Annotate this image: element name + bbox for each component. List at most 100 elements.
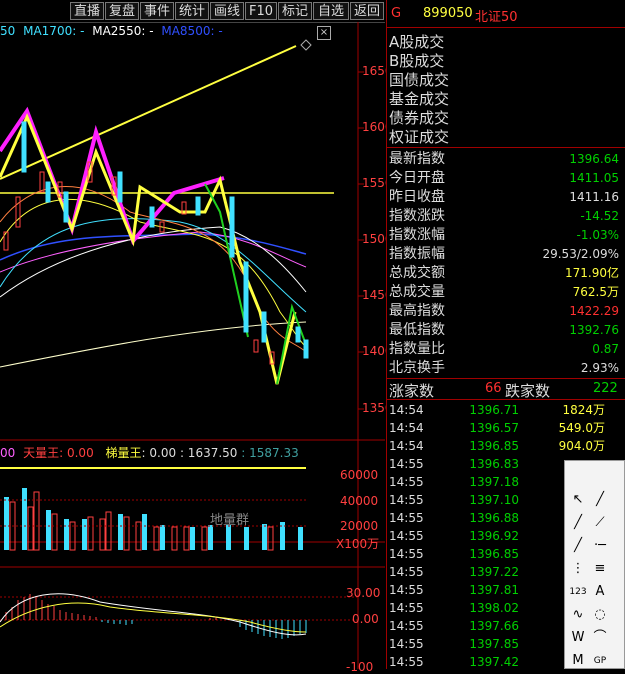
watchlist-button[interactable]: 自选 bbox=[313, 2, 349, 20]
tick-price: 1397.85 bbox=[469, 637, 519, 651]
w-pattern-icon[interactable]: W bbox=[569, 629, 587, 647]
quote-label: 今日开盘 bbox=[389, 170, 445, 186]
quote-label: 指数涨跌 bbox=[389, 208, 445, 224]
f10-button[interactable]: F10 bbox=[245, 2, 277, 20]
tick-time: 14:55 bbox=[389, 547, 424, 561]
quote-label: 指数量比 bbox=[389, 341, 445, 357]
index-code: 899050 bbox=[423, 6, 473, 21]
quote-label: 最高指数 bbox=[389, 303, 445, 319]
tianliang-value: : 0.00 bbox=[59, 446, 94, 460]
macd-axis-0: 0.00 bbox=[352, 612, 379, 626]
hline-icon[interactable]: ╱ bbox=[569, 537, 587, 555]
quote-value: 1392.76 bbox=[569, 323, 619, 337]
fib-icon[interactable]: 123 bbox=[569, 583, 587, 601]
text-icon[interactable]: A bbox=[591, 583, 609, 601]
quote-label: 最新指数 bbox=[389, 151, 445, 167]
index-name: 北证50 bbox=[475, 10, 518, 25]
quote-row: 今日开盘 1411.05 bbox=[389, 169, 623, 188]
vol-axis-60000: 60000 bbox=[340, 468, 379, 482]
cat-bond[interactable]: 债券成交 bbox=[389, 109, 449, 128]
volume-header: 00 天量王: 0.00 梯量王: 0.00 : 1637.50 : 1587.… bbox=[0, 444, 299, 460]
volume-watermark: 地量群 bbox=[210, 513, 250, 528]
quote-row: 指数涨跌 -14.52 bbox=[389, 207, 623, 226]
quote-value: 1411.05 bbox=[569, 171, 619, 185]
arc-icon[interactable]: ⌒ bbox=[591, 629, 609, 647]
quote-value: 2.93% bbox=[580, 361, 619, 375]
macd-axis-neg: -100 bbox=[346, 660, 374, 674]
back-button[interactable]: 返回 bbox=[350, 2, 384, 20]
tiliang-value: : 0.00 bbox=[141, 446, 177, 460]
diamond-icon bbox=[300, 39, 312, 51]
mark-button[interactable]: 标记 bbox=[278, 2, 312, 20]
quote-row: 北京换手 2.93% bbox=[389, 359, 623, 378]
quote-label: 指数振幅 bbox=[389, 246, 445, 262]
line-icon[interactable]: ╱ bbox=[591, 491, 609, 509]
quote-label: 指数涨幅 bbox=[389, 227, 445, 243]
events-button[interactable]: 事件 bbox=[140, 2, 174, 20]
tick-row: 14:54 1396.71 1824万 bbox=[387, 401, 625, 419]
quote-value: 0.87 bbox=[592, 342, 619, 356]
tianliang-label: 天量王 bbox=[23, 446, 60, 460]
vol-axis-20000: 20000 bbox=[340, 519, 379, 533]
quote-label: 总成交额 bbox=[389, 265, 445, 281]
volume-prefix: 00 bbox=[0, 446, 16, 460]
up-count-label: 涨家数 bbox=[389, 382, 435, 400]
replay-button[interactable]: 复盘 bbox=[105, 2, 139, 20]
quote-row: 指数涨幅 -1.03% bbox=[389, 226, 623, 245]
segment-icon[interactable]: ⟋ bbox=[591, 514, 609, 532]
tick-price: 1397.10 bbox=[469, 493, 519, 507]
kline-chart[interactable] bbox=[0, 22, 385, 669]
tick-price: 1396.85 bbox=[469, 439, 519, 453]
vol-axis-40000: 40000 bbox=[340, 494, 379, 508]
vline-icon[interactable]: ⋮ bbox=[569, 560, 587, 578]
tick-price: 1398.02 bbox=[469, 601, 519, 615]
tick-time: 14:55 bbox=[389, 511, 424, 525]
tiliang-label: 梯量王 bbox=[105, 446, 142, 460]
drawing-tools-panel: ↖ ╱ ╱ ⟋ ╱ ·─ ⋮ ≡ 123 A ∿ ◌ W ⌒ M GP bbox=[564, 460, 625, 669]
ray-icon[interactable]: ╱ bbox=[569, 514, 587, 532]
tick-time: 14:55 bbox=[389, 601, 424, 615]
circle-icon[interactable]: ◌ bbox=[591, 606, 609, 624]
cat-treasury[interactable]: 国债成交 bbox=[389, 71, 449, 90]
tick-price: 1397.42 bbox=[469, 655, 519, 669]
cat-fund[interactable]: 基金成交 bbox=[389, 90, 449, 109]
volume-val1: : 1637.50 bbox=[179, 446, 238, 460]
tick-time: 14:55 bbox=[389, 637, 424, 651]
tick-time: 14:55 bbox=[389, 493, 424, 507]
quote-label: 昨日收盘 bbox=[389, 189, 445, 205]
up-count-value: 66 bbox=[485, 381, 502, 396]
tick-price: 1396.85 bbox=[469, 547, 519, 561]
tick-vol: 904.0万 bbox=[558, 439, 605, 453]
live-button[interactable]: 直播 bbox=[70, 2, 104, 20]
dot-line-icon[interactable]: ·─ bbox=[591, 537, 609, 555]
m-pattern-icon[interactable]: M bbox=[569, 652, 587, 670]
quote-row: 昨日收盘 1411.16 bbox=[389, 188, 623, 207]
yellow-wave bbox=[0, 113, 297, 385]
parallel-icon[interactable]: ≡ bbox=[591, 560, 609, 578]
cursor-icon[interactable]: ↖ bbox=[569, 491, 587, 509]
quote-row: 指数量比 0.87 bbox=[389, 340, 623, 359]
tick-time: 14:55 bbox=[389, 475, 424, 489]
quote-row: 最低指数 1392.76 bbox=[389, 321, 623, 340]
tick-time: 14:55 bbox=[389, 457, 424, 471]
tick-price: 1397.18 bbox=[469, 475, 519, 489]
quote-value: -1.03% bbox=[576, 228, 619, 242]
tick-vol: 549.0万 bbox=[558, 421, 605, 435]
draw-line-button[interactable]: 画线 bbox=[210, 2, 244, 20]
tick-price: 1397.81 bbox=[469, 583, 519, 597]
tick-price: 1397.66 bbox=[469, 619, 519, 633]
down-count-label: 跌家数 bbox=[505, 382, 551, 400]
tick-time: 14:54 bbox=[389, 403, 424, 417]
wave-icon[interactable]: ∿ bbox=[569, 606, 587, 624]
cat-a-share[interactable]: A股成交 bbox=[389, 33, 444, 52]
tick-price: 1396.92 bbox=[469, 529, 519, 543]
quote-value: -14.52 bbox=[580, 209, 619, 223]
cat-b-share[interactable]: B股成交 bbox=[389, 52, 444, 71]
cat-warrant[interactable]: 权证成交 bbox=[389, 128, 449, 147]
tick-row: 14:54 1396.57 549.0万 bbox=[387, 419, 625, 437]
quote-label: 最低指数 bbox=[389, 322, 445, 338]
vol-axis-unit: X100万 bbox=[336, 537, 380, 551]
gp-icon[interactable]: GP bbox=[591, 652, 609, 670]
stats-button[interactable]: 统计 bbox=[175, 2, 209, 20]
quote-value: 1411.16 bbox=[569, 190, 619, 204]
